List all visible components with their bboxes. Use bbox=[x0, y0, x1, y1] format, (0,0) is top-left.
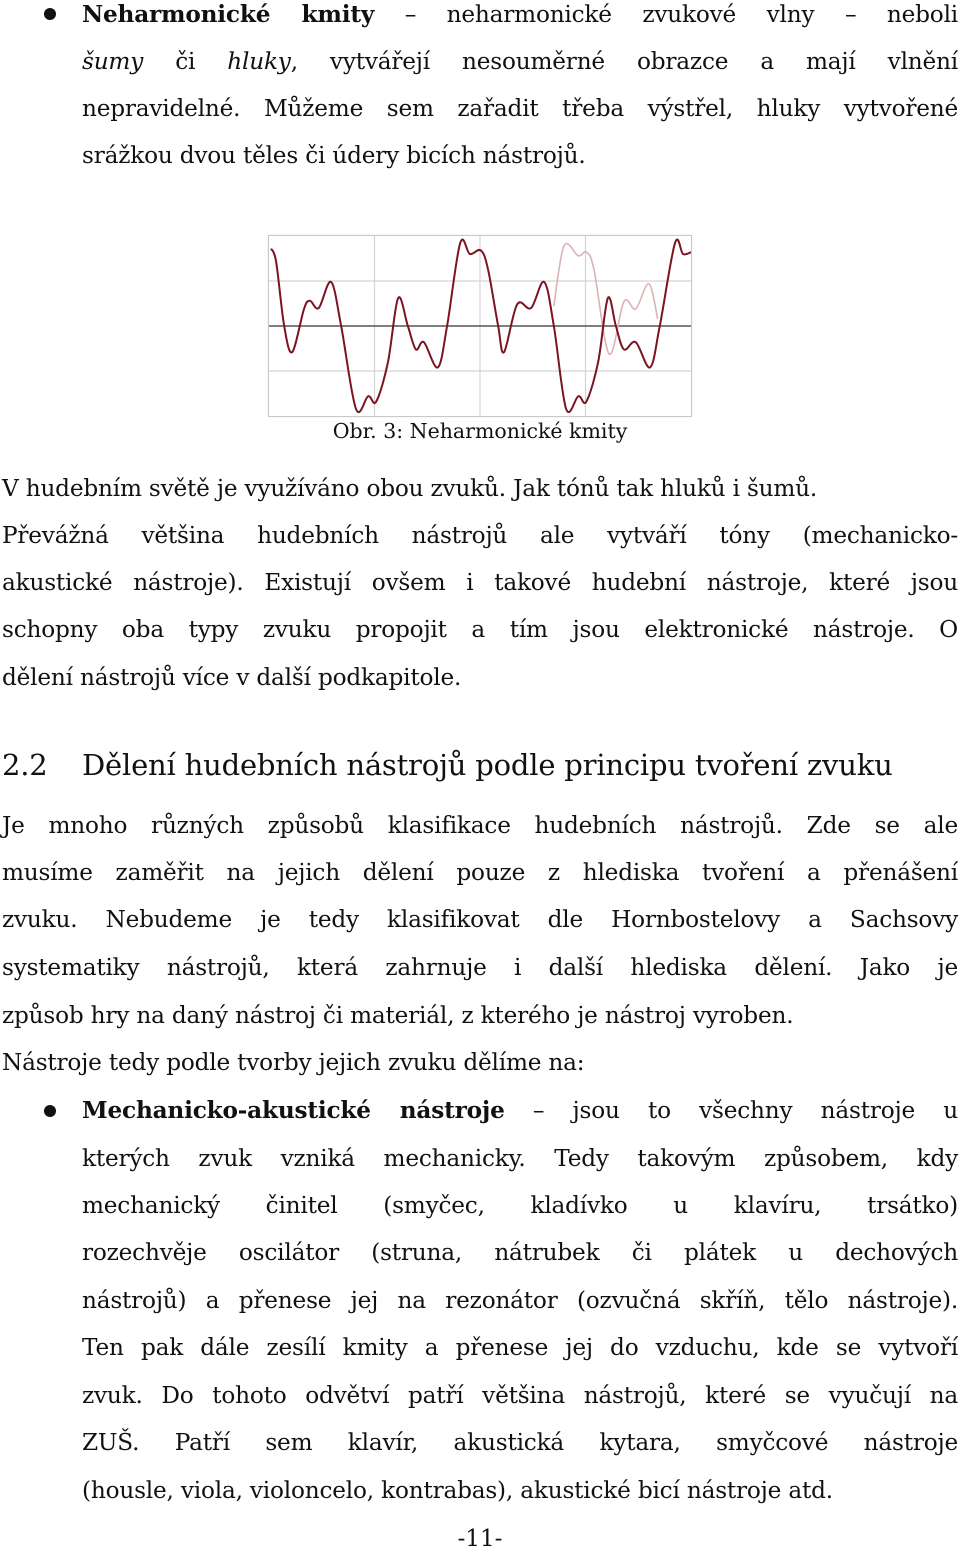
section-number: 2.2 bbox=[2, 748, 48, 782]
bullet1-line: srážkou dvou těles či údery bicích nástr… bbox=[82, 144, 958, 167]
bullet2-line: mechanický činitel (smyčec, kladívko u k… bbox=[82, 1194, 958, 1217]
bullet2-line: rozechvěje oscilátor (struna, nátrubek č… bbox=[82, 1241, 958, 1264]
text-run: kterých zvuk vzniká mechanicky. Tedy tak… bbox=[82, 1145, 958, 1172]
text-run: (housle, viola, violoncelo, kontrabas), … bbox=[82, 1477, 833, 1504]
paragraph-line: schopny oba typy zvuku propojit a tím js… bbox=[2, 616, 958, 643]
page-number: -11- bbox=[457, 1526, 503, 1552]
figure-caption-text: Obr. 3: Neharmonické kmity bbox=[332, 419, 628, 443]
bold-term: Mechanicko-akustické nástroje bbox=[82, 1097, 505, 1124]
bullet2-line: nástrojů) a přenese jej na rezonátor (oz… bbox=[82, 1289, 958, 1312]
bullet2-line: ZUŠ. Patří sem klavír, akustická kytara,… bbox=[82, 1431, 958, 1454]
bullet-marker bbox=[44, 8, 56, 20]
faint-waveform-line bbox=[553, 242, 659, 355]
bullet-marker bbox=[44, 1105, 56, 1117]
text-run: srážkou dvou těles či údery bicích nástr… bbox=[82, 142, 586, 169]
paragraph-line: způsob hry na daný nástroj či materiál, … bbox=[2, 1002, 794, 1029]
bold-term: Neharmonické kmity bbox=[82, 1, 375, 28]
text-run: Ten pak dále zesílí kmity a přenese jej … bbox=[82, 1334, 958, 1361]
paragraph-line: systematiky nástrojů, která zahrnuje i d… bbox=[2, 954, 958, 981]
bullet1-line: nepravidelné. Můžeme sem zařadit třeba v… bbox=[82, 97, 958, 120]
text-run: – neharmonické zvukové vlny – neboli bbox=[374, 1, 959, 28]
text-run: mechanický činitel (smyčec, kladívko u k… bbox=[82, 1192, 958, 1219]
text-run: , vytvářejí nesouměrné obrazce a mají vl… bbox=[290, 48, 959, 75]
text-run: ZUŠ. Patří sem klavír, akustická kytara,… bbox=[82, 1429, 958, 1456]
paragraph-line: Nástroje tedy podle tvorby jejich zvuku … bbox=[2, 1049, 585, 1076]
italic-term: šumy bbox=[82, 48, 144, 75]
text-run: zvuk. Do tohoto odvětví patří většina ná… bbox=[82, 1382, 958, 1409]
section-heading: 2.2 Dělení hudebních nástrojů podle princ… bbox=[2, 751, 893, 780]
paragraph-line: dělení nástrojů více v další podkapitole… bbox=[2, 664, 462, 691]
text-run: nástrojů) a přenese jej na rezonátor (oz… bbox=[82, 1287, 958, 1314]
bullet2-line: Mechanicko-akustické nástroje – jsou to … bbox=[82, 1099, 958, 1122]
paragraph-line: zvuku. Nebudeme je tedy klasifikovat dle… bbox=[2, 906, 958, 933]
bullet2-line: zvuk. Do tohoto odvětví patří většina ná… bbox=[82, 1384, 958, 1407]
paragraph-line: musíme zaměřit na jejich dělení pouze z … bbox=[2, 859, 958, 886]
paragraph-line: Převážná většina hudebních nástrojů ale … bbox=[2, 522, 958, 549]
text-run: či bbox=[143, 48, 228, 75]
bullet2-line: kterých zvuk vzniká mechanicky. Tedy tak… bbox=[82, 1147, 958, 1170]
bullet2-line: (housle, viola, violoncelo, kontrabas), … bbox=[82, 1479, 958, 1502]
text-run: nepravidelné. Můžeme sem zařadit třeba v… bbox=[82, 95, 958, 122]
bullet1-line: Neharmonické kmity – neharmonické zvukov… bbox=[82, 3, 958, 26]
paragraph-line: Je mnoho různých způsobů klasifikace hud… bbox=[2, 812, 958, 839]
bullet2-line: Ten pak dále zesílí kmity a přenese jej … bbox=[82, 1336, 958, 1359]
section-title: Dělení hudebních nástrojů podle principu… bbox=[82, 748, 893, 782]
figure-caption: Obr. 3: Neharmonické kmity bbox=[0, 421, 960, 442]
paragraph-line: akustické nástroje). Existují ovšem i ta… bbox=[2, 569, 958, 596]
text-run: – jsou to všechny nástroje u bbox=[504, 1097, 958, 1124]
italic-term: hluky bbox=[227, 48, 291, 75]
waveform-chart bbox=[269, 236, 691, 416]
paragraph-line: V hudebním světě je využíváno obou zvuků… bbox=[2, 475, 818, 502]
bullet1-line: šumy či hluky, vytvářejí nesouměrné obra… bbox=[82, 50, 958, 73]
waveform-figure bbox=[268, 235, 692, 417]
text-run: rozechvěje oscilátor (struna, nátrubek č… bbox=[82, 1239, 958, 1266]
